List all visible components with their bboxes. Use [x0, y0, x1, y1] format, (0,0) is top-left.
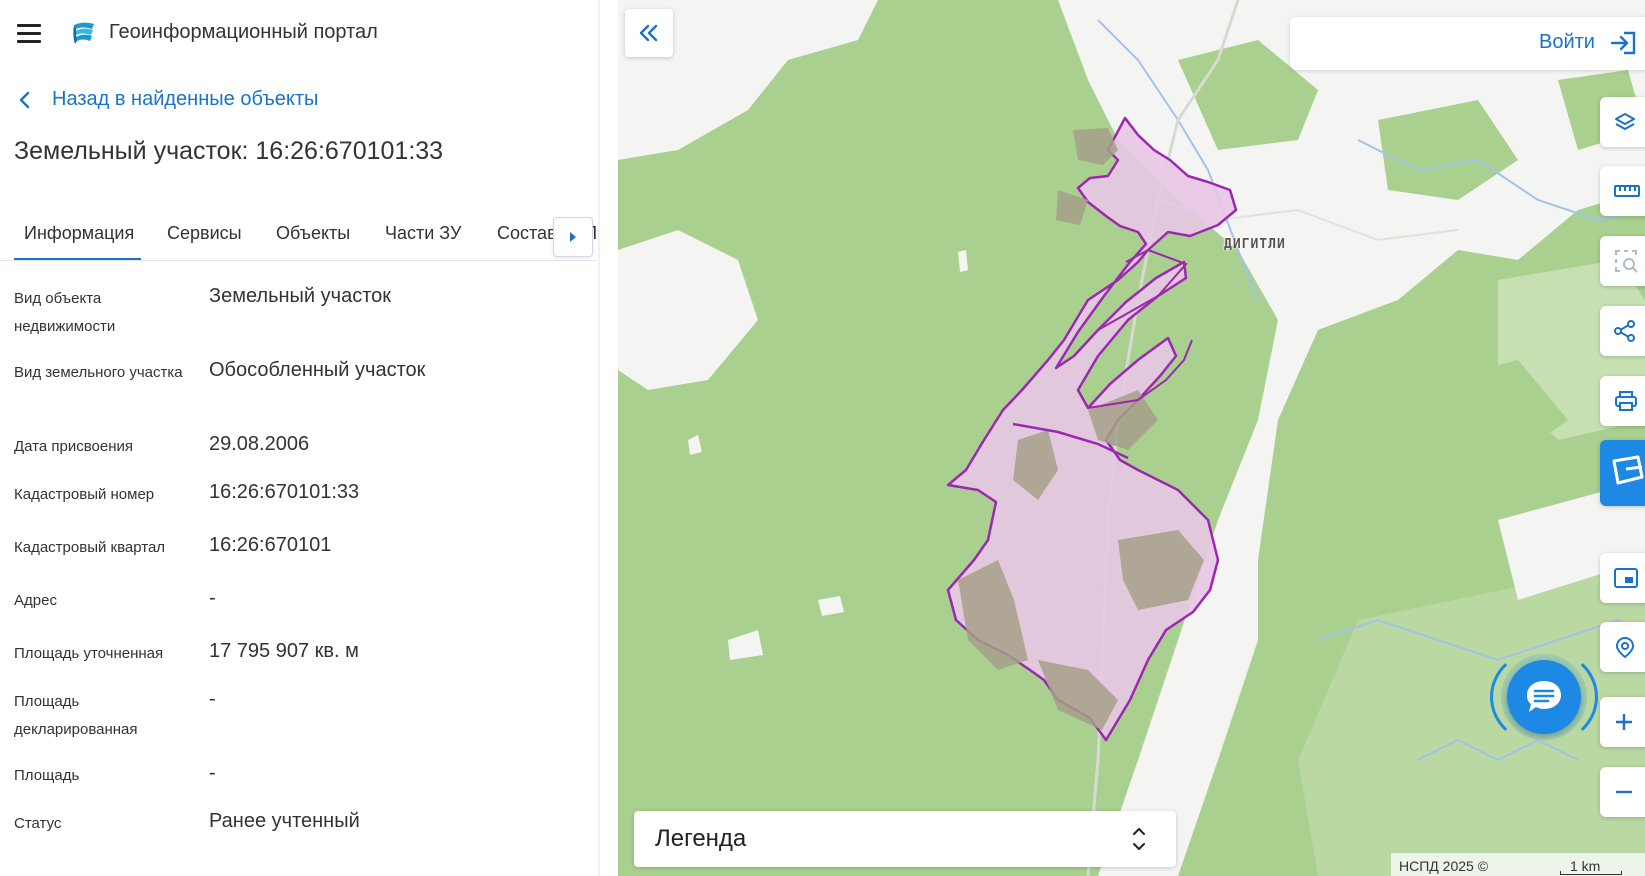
layers-icon	[1615, 113, 1635, 130]
tab-bar: Информация Сервисы Объекты Части ЗУ Сост…	[0, 213, 598, 261]
tab-objects[interactable]: Объекты	[276, 223, 350, 244]
zoom-out-icon	[1616, 790, 1632, 794]
info-key: Площадь	[14, 767, 80, 784]
active-tab-indicator	[14, 258, 141, 260]
zoom-out-button[interactable]	[1600, 767, 1645, 817]
info-value: Земельный участок	[209, 285, 392, 307]
tab-information[interactable]: Информация	[24, 223, 134, 244]
map-place-label: ДИГИТЛИ	[1224, 237, 1286, 252]
collapse-panel-button[interactable]	[625, 9, 673, 57]
login-button[interactable]: Войти	[1539, 31, 1595, 54]
info-key: Вид объекта недвижимости	[14, 290, 116, 335]
search-map-icon	[1612, 455, 1644, 485]
chat-bubble-icon	[1527, 681, 1561, 712]
portal-logo-icon	[70, 20, 96, 46]
print-icon	[1615, 391, 1637, 411]
app-title: Геоинформационный портал	[109, 21, 378, 43]
info-value: -	[209, 762, 216, 784]
info-key: Кадастровый квартал	[14, 539, 166, 556]
info-key: Кадастровый номер	[14, 486, 155, 503]
geolocation-button[interactable]	[1600, 622, 1645, 672]
back-to-results-link[interactable]: Назад в найденные объекты	[18, 88, 318, 111]
tabs-scroll-right-button[interactable]	[553, 217, 593, 257]
layers-button[interactable]	[1600, 97, 1645, 147]
info-key: Площадь уточненная	[14, 645, 164, 662]
zoom-in-button[interactable]	[1600, 697, 1645, 747]
app-root: Геоинформационный портал Назад в найденн…	[0, 0, 1645, 876]
info-panel: Геоинформационный портал Назад в найденн…	[0, 0, 600, 876]
select-area-icon	[1615, 250, 1638, 273]
share-button[interactable]	[1600, 306, 1645, 356]
share-icon	[1614, 320, 1635, 342]
info-key: Статус	[14, 815, 62, 832]
map-canvas[interactable]	[618, 0, 1645, 876]
print-button[interactable]	[1600, 376, 1645, 426]
login-bar: Войти	[1290, 17, 1645, 70]
zoom-in-icon	[1616, 714, 1632, 730]
info-value: -	[209, 587, 216, 609]
info-value: 16:26:670101:33	[209, 481, 360, 503]
minimap-icon	[1614, 568, 1638, 588]
info-value: 16:26:670101	[209, 534, 332, 556]
map-base-layer	[618, 0, 1645, 876]
legend-label: Легенда	[655, 825, 747, 852]
attribution-text: НСПД 2025 ©	[1399, 858, 1489, 874]
tab-services[interactable]: Сервисы	[167, 223, 242, 244]
map-attribution: НСПД 2025 © 1 km	[1391, 853, 1645, 876]
info-key: Дата присвоения	[14, 438, 133, 455]
scale-bar	[1560, 871, 1622, 875]
minimap-button[interactable]	[1600, 553, 1645, 603]
object-title: Земельный участок: 16:26:670101:33	[14, 137, 444, 165]
chat-button[interactable]	[1507, 660, 1581, 734]
tab-parts[interactable]: Части ЗУ	[385, 223, 461, 244]
double-chevron-left-icon	[639, 24, 658, 42]
search-map-button[interactable]	[1600, 440, 1645, 506]
login-icon[interactable]	[1610, 30, 1638, 56]
panel-header: Геоинформационный портал	[0, 0, 598, 66]
info-key: Вид земельного участка	[14, 364, 183, 381]
caret-right-icon	[570, 232, 576, 242]
info-value: 29.08.2006	[209, 433, 310, 455]
back-link-label: Назад в найденные объекты	[52, 88, 319, 110]
info-value: Обособленный участок	[209, 359, 426, 381]
ruler-button[interactable]	[1600, 166, 1645, 216]
panel-scrollbar[interactable]	[598, 0, 600, 876]
info-value: 17 795 907 кв. м	[209, 640, 359, 662]
geolocation-icon	[1615, 636, 1635, 658]
info-key: Адрес	[14, 592, 57, 609]
chevron-left-icon	[19, 91, 30, 108]
info-key: Площадь декларированная	[14, 693, 138, 738]
ruler-icon	[1614, 185, 1640, 197]
info-value: Ранее учтенный	[209, 810, 360, 832]
expand-collapse-icon	[1133, 828, 1145, 850]
legend-panel[interactable]: Легенда	[634, 811, 1176, 867]
hamburger-menu-icon[interactable]	[17, 24, 41, 43]
select-area-button[interactable]	[1600, 236, 1645, 286]
info-value: -	[209, 688, 216, 710]
